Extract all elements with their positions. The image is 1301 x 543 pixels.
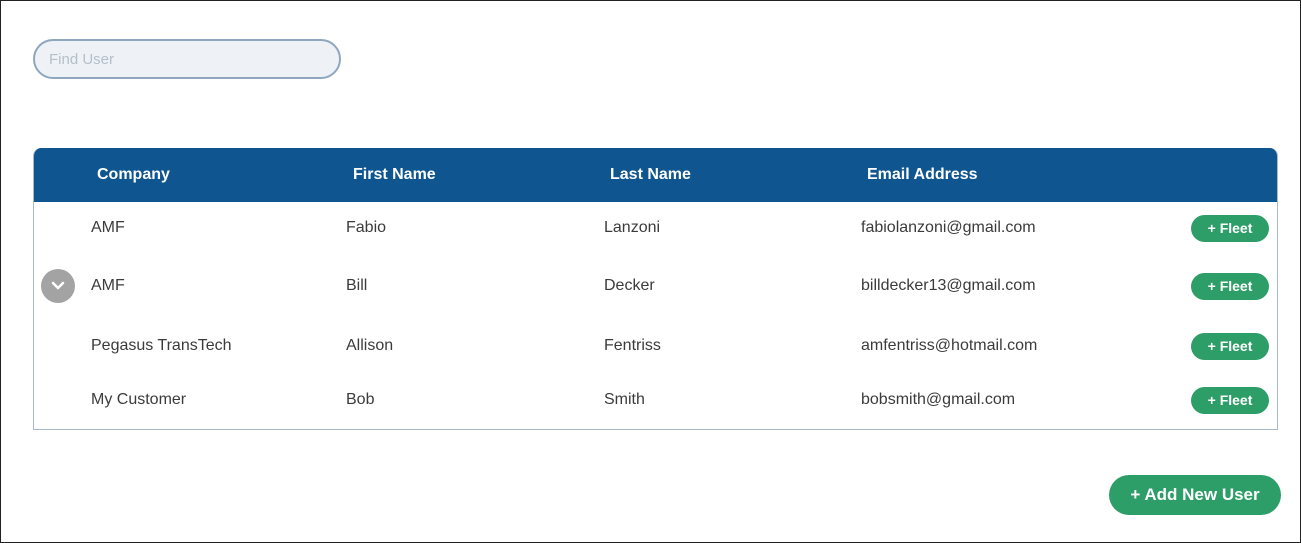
cell-company: AMF <box>91 277 125 294</box>
cell-email: billdecker13@gmail.com <box>861 277 1036 294</box>
column-header-email: Email Address <box>867 166 978 183</box>
cell-first-name: Bob <box>346 391 375 408</box>
column-header-last-name: Last Name <box>610 166 691 183</box>
table-row[interactable]: AMF Fabio Lanzoni fabiolanzoni@gmail.com… <box>34 205 1277 251</box>
table-row[interactable]: My Customer Bob Smith bobsmith@gmail.com… <box>34 377 1277 423</box>
cell-last-name: Fentriss <box>604 337 661 354</box>
add-new-user-button[interactable]: + Add New User <box>1109 475 1281 515</box>
cell-company: AMF <box>91 219 125 236</box>
cell-email: bobsmith@gmail.com <box>861 391 1016 408</box>
cell-first-name: Allison <box>346 337 394 354</box>
table-row[interactable]: AMF Bill Decker billdecker13@gmail.com +… <box>34 263 1277 309</box>
cell-email: amfentriss@hotmail.com <box>861 337 1038 354</box>
users-table: Company First Name Last Name Email Addre… <box>33 148 1278 430</box>
expand-row-button[interactable] <box>41 269 75 303</box>
chevron-down-icon <box>51 281 65 290</box>
add-fleet-button[interactable]: + Fleet <box>1191 387 1269 414</box>
add-fleet-button[interactable]: + Fleet <box>1191 273 1269 300</box>
table-header: Company First Name Last Name Email Addre… <box>34 148 1277 202</box>
user-management-panel: Company First Name Last Name Email Addre… <box>0 0 1301 543</box>
add-fleet-button[interactable]: + Fleet <box>1191 333 1269 360</box>
add-fleet-button[interactable]: + Fleet <box>1191 215 1269 242</box>
cell-first-name: Fabio <box>346 219 387 236</box>
column-header-company: Company <box>97 166 170 183</box>
search-box[interactable] <box>33 39 341 79</box>
search-input[interactable] <box>35 50 339 68</box>
cell-first-name: Bill <box>346 277 368 294</box>
cell-last-name: Smith <box>604 391 645 408</box>
cell-last-name: Lanzoni <box>604 219 661 236</box>
cell-email: fabiolanzoni@gmail.com <box>861 219 1036 236</box>
cell-company: My Customer <box>91 391 187 408</box>
cell-last-name: Decker <box>604 277 655 294</box>
table-row[interactable]: Pegasus TransTech Allison Fentriss amfen… <box>34 323 1277 369</box>
cell-company: Pegasus TransTech <box>91 337 232 354</box>
column-header-first-name: First Name <box>353 166 436 183</box>
